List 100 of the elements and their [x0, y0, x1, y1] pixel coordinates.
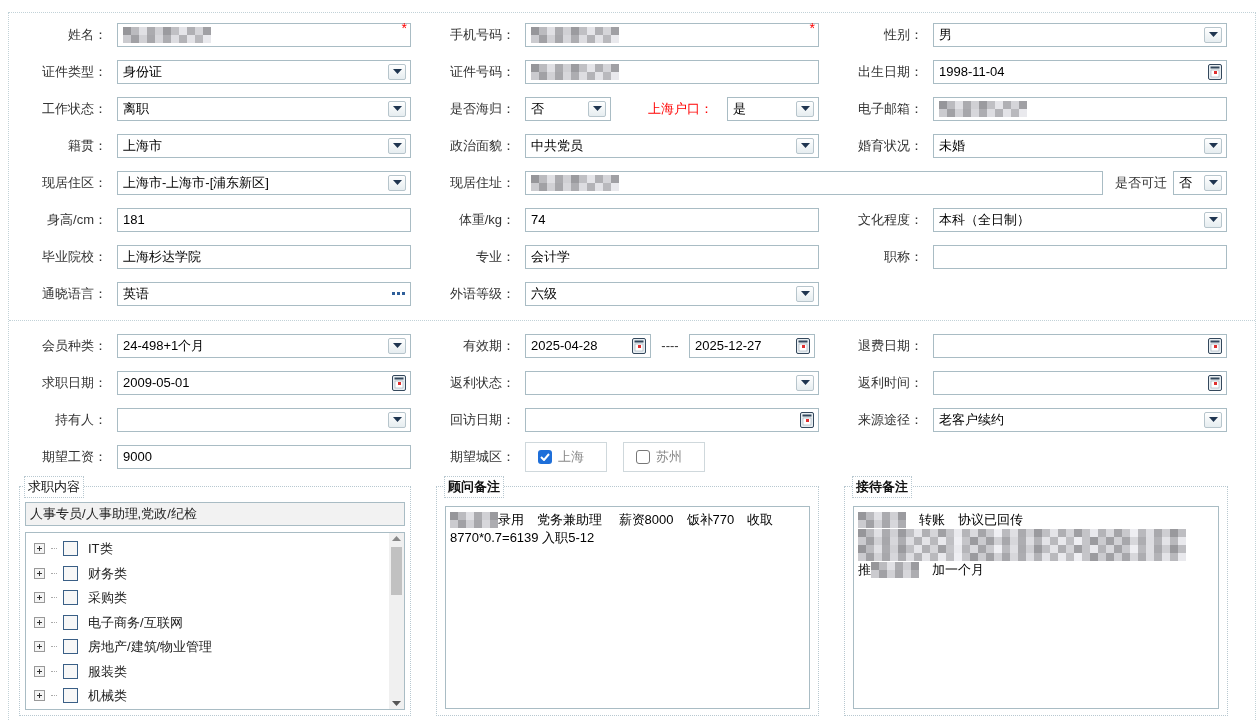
checkbox[interactable]	[63, 639, 78, 655]
field-label: 出生日期：	[857, 62, 924, 81]
date-field[interactable]: 2009-05-01	[117, 370, 411, 395]
required-mark: *	[401, 20, 407, 35]
select-field[interactable]: 否	[1173, 170, 1227, 195]
note-text: 录用 党务兼助理 薪资8000 饭补770 收取	[498, 510, 774, 529]
select-field[interactable]: 身份证	[117, 59, 411, 84]
select-field[interactable]	[117, 407, 411, 432]
tree-item[interactable]: 房地产/建筑/物业管理	[88, 637, 213, 657]
tree-connector	[51, 621, 57, 623]
field-label: 回访日期：	[449, 410, 516, 429]
tree-item[interactable]: 服装类	[88, 661, 127, 681]
field-label: 期望城区：	[449, 447, 516, 466]
select-field[interactable]: 离职	[117, 96, 411, 121]
scrollbar[interactable]	[389, 532, 404, 709]
text-field[interactable]: 74	[525, 207, 819, 232]
checkbox[interactable]	[63, 688, 78, 704]
range-separator: ----	[660, 336, 680, 355]
tree-item[interactable]: 采购类	[88, 588, 127, 608]
tree-connector	[51, 646, 57, 648]
checkbox[interactable]	[63, 590, 78, 606]
select-field[interactable]: 是	[727, 96, 819, 121]
expand-icon[interactable]	[34, 690, 45, 702]
text-field[interactable]	[933, 244, 1227, 269]
calendar-icon	[800, 411, 814, 428]
checkbox-option[interactable]: 苏州	[623, 441, 705, 472]
text-field[interactable]	[525, 170, 1103, 195]
tree-item[interactable]: IT类	[88, 539, 113, 559]
more-icon	[392, 291, 406, 296]
checkbox[interactable]	[63, 541, 78, 557]
text-field[interactable]: *	[525, 22, 819, 47]
panel-legend: 求职内容	[24, 476, 84, 498]
field-label: 毕业院校：	[41, 247, 108, 266]
field-label: 体重/kg：	[457, 210, 516, 229]
field-label: 身高/cm：	[46, 210, 108, 229]
expand-icon[interactable]	[34, 592, 45, 604]
select-field[interactable]: 上海市	[117, 133, 411, 158]
expand-icon[interactable]	[34, 641, 45, 653]
select-field[interactable]: 六级	[525, 281, 819, 306]
select-field[interactable]: 上海市-上海市-[浦东新区]	[117, 170, 411, 195]
notes-field[interactable]: 转账 协议已回传 推 加一个月	[853, 505, 1219, 709]
select-field[interactable]: 否	[525, 96, 611, 121]
text-field[interactable]: *	[117, 22, 411, 47]
tree-item[interactable]: 电子商务/互联网	[88, 612, 183, 632]
calendar-icon	[1208, 374, 1222, 391]
scroll-down-icon[interactable]	[392, 700, 401, 706]
field-label: 电子邮箱：	[857, 99, 924, 118]
redaction-mosaic	[450, 511, 498, 528]
field-label: 文化程度：	[857, 210, 924, 229]
scroll-thumb[interactable]	[391, 546, 402, 595]
field-label: 持有人：	[54, 410, 108, 429]
select-field[interactable]: 24-498+1个月	[117, 333, 411, 358]
calendar-icon	[1208, 63, 1222, 80]
text-field[interactable]: 9000	[117, 444, 411, 469]
checkbox[interactable]	[636, 449, 650, 464]
job-summary-field[interactable]: 人事专员/人事助理,党政/纪检	[25, 501, 405, 526]
text-field[interactable]	[525, 59, 819, 84]
select-field[interactable]: 老客户续约	[933, 407, 1227, 432]
select-field[interactable]: 男	[933, 22, 1227, 47]
date-field[interactable]: 1998-11-04	[933, 59, 1227, 84]
expand-icon[interactable]	[34, 616, 45, 628]
scroll-up-icon[interactable]	[392, 535, 401, 541]
field-label: 来源途径：	[857, 410, 924, 429]
note-text: 转账 协议已回传	[918, 510, 1023, 529]
field-label: 会员种类：	[41, 336, 108, 355]
text-field[interactable]: 181	[117, 207, 411, 232]
expand-icon[interactable]	[34, 567, 45, 579]
expand-icon[interactable]	[34, 543, 45, 555]
field-label: 是否可迁	[1114, 173, 1168, 192]
checkbox[interactable]	[63, 663, 78, 679]
field-label: 外语等级：	[449, 284, 516, 303]
field-label: 专业：	[475, 247, 516, 266]
tree-connector	[51, 572, 57, 574]
field-label: 证件号码：	[449, 62, 516, 81]
tree-item[interactable]: 财务类	[88, 563, 127, 583]
field-label: 职称：	[883, 247, 924, 266]
date-field[interactable]	[525, 407, 819, 432]
date-field[interactable]	[933, 333, 1227, 358]
select-field[interactable]: 中共党员	[525, 133, 819, 158]
checkbox[interactable]	[63, 614, 78, 630]
select-field[interactable]: 本科（全日制）	[933, 207, 1227, 232]
checkbox[interactable]	[63, 565, 78, 581]
date-field[interactable]	[933, 370, 1227, 395]
text-field[interactable]	[933, 96, 1227, 121]
select-field[interactable]: 未婚	[933, 133, 1227, 158]
checkbox-option[interactable]: 上海	[525, 441, 607, 472]
notes-field[interactable]: 录用 党务兼助理 薪资8000 饭补770 收取 8770*0.7=6139 入职5-12	[445, 505, 810, 709]
tree-item[interactable]: 机械类	[88, 686, 127, 706]
calendar-icon	[632, 337, 646, 354]
field-label: 手机号码：	[449, 25, 516, 44]
select-field[interactable]	[525, 370, 819, 395]
panel-legend: 接待备注	[852, 476, 912, 498]
text-field[interactable]: 上海杉达学院	[117, 244, 411, 269]
field-label: 籍贯：	[67, 136, 108, 155]
date-field[interactable]: 2025-12-27	[689, 333, 815, 358]
lookup-field[interactable]: 英语	[117, 281, 411, 306]
text-field[interactable]: 会计学	[525, 244, 819, 269]
date-field[interactable]: 2025-04-28	[525, 333, 651, 358]
expand-icon[interactable]	[34, 665, 45, 677]
checkbox[interactable]	[538, 449, 552, 464]
